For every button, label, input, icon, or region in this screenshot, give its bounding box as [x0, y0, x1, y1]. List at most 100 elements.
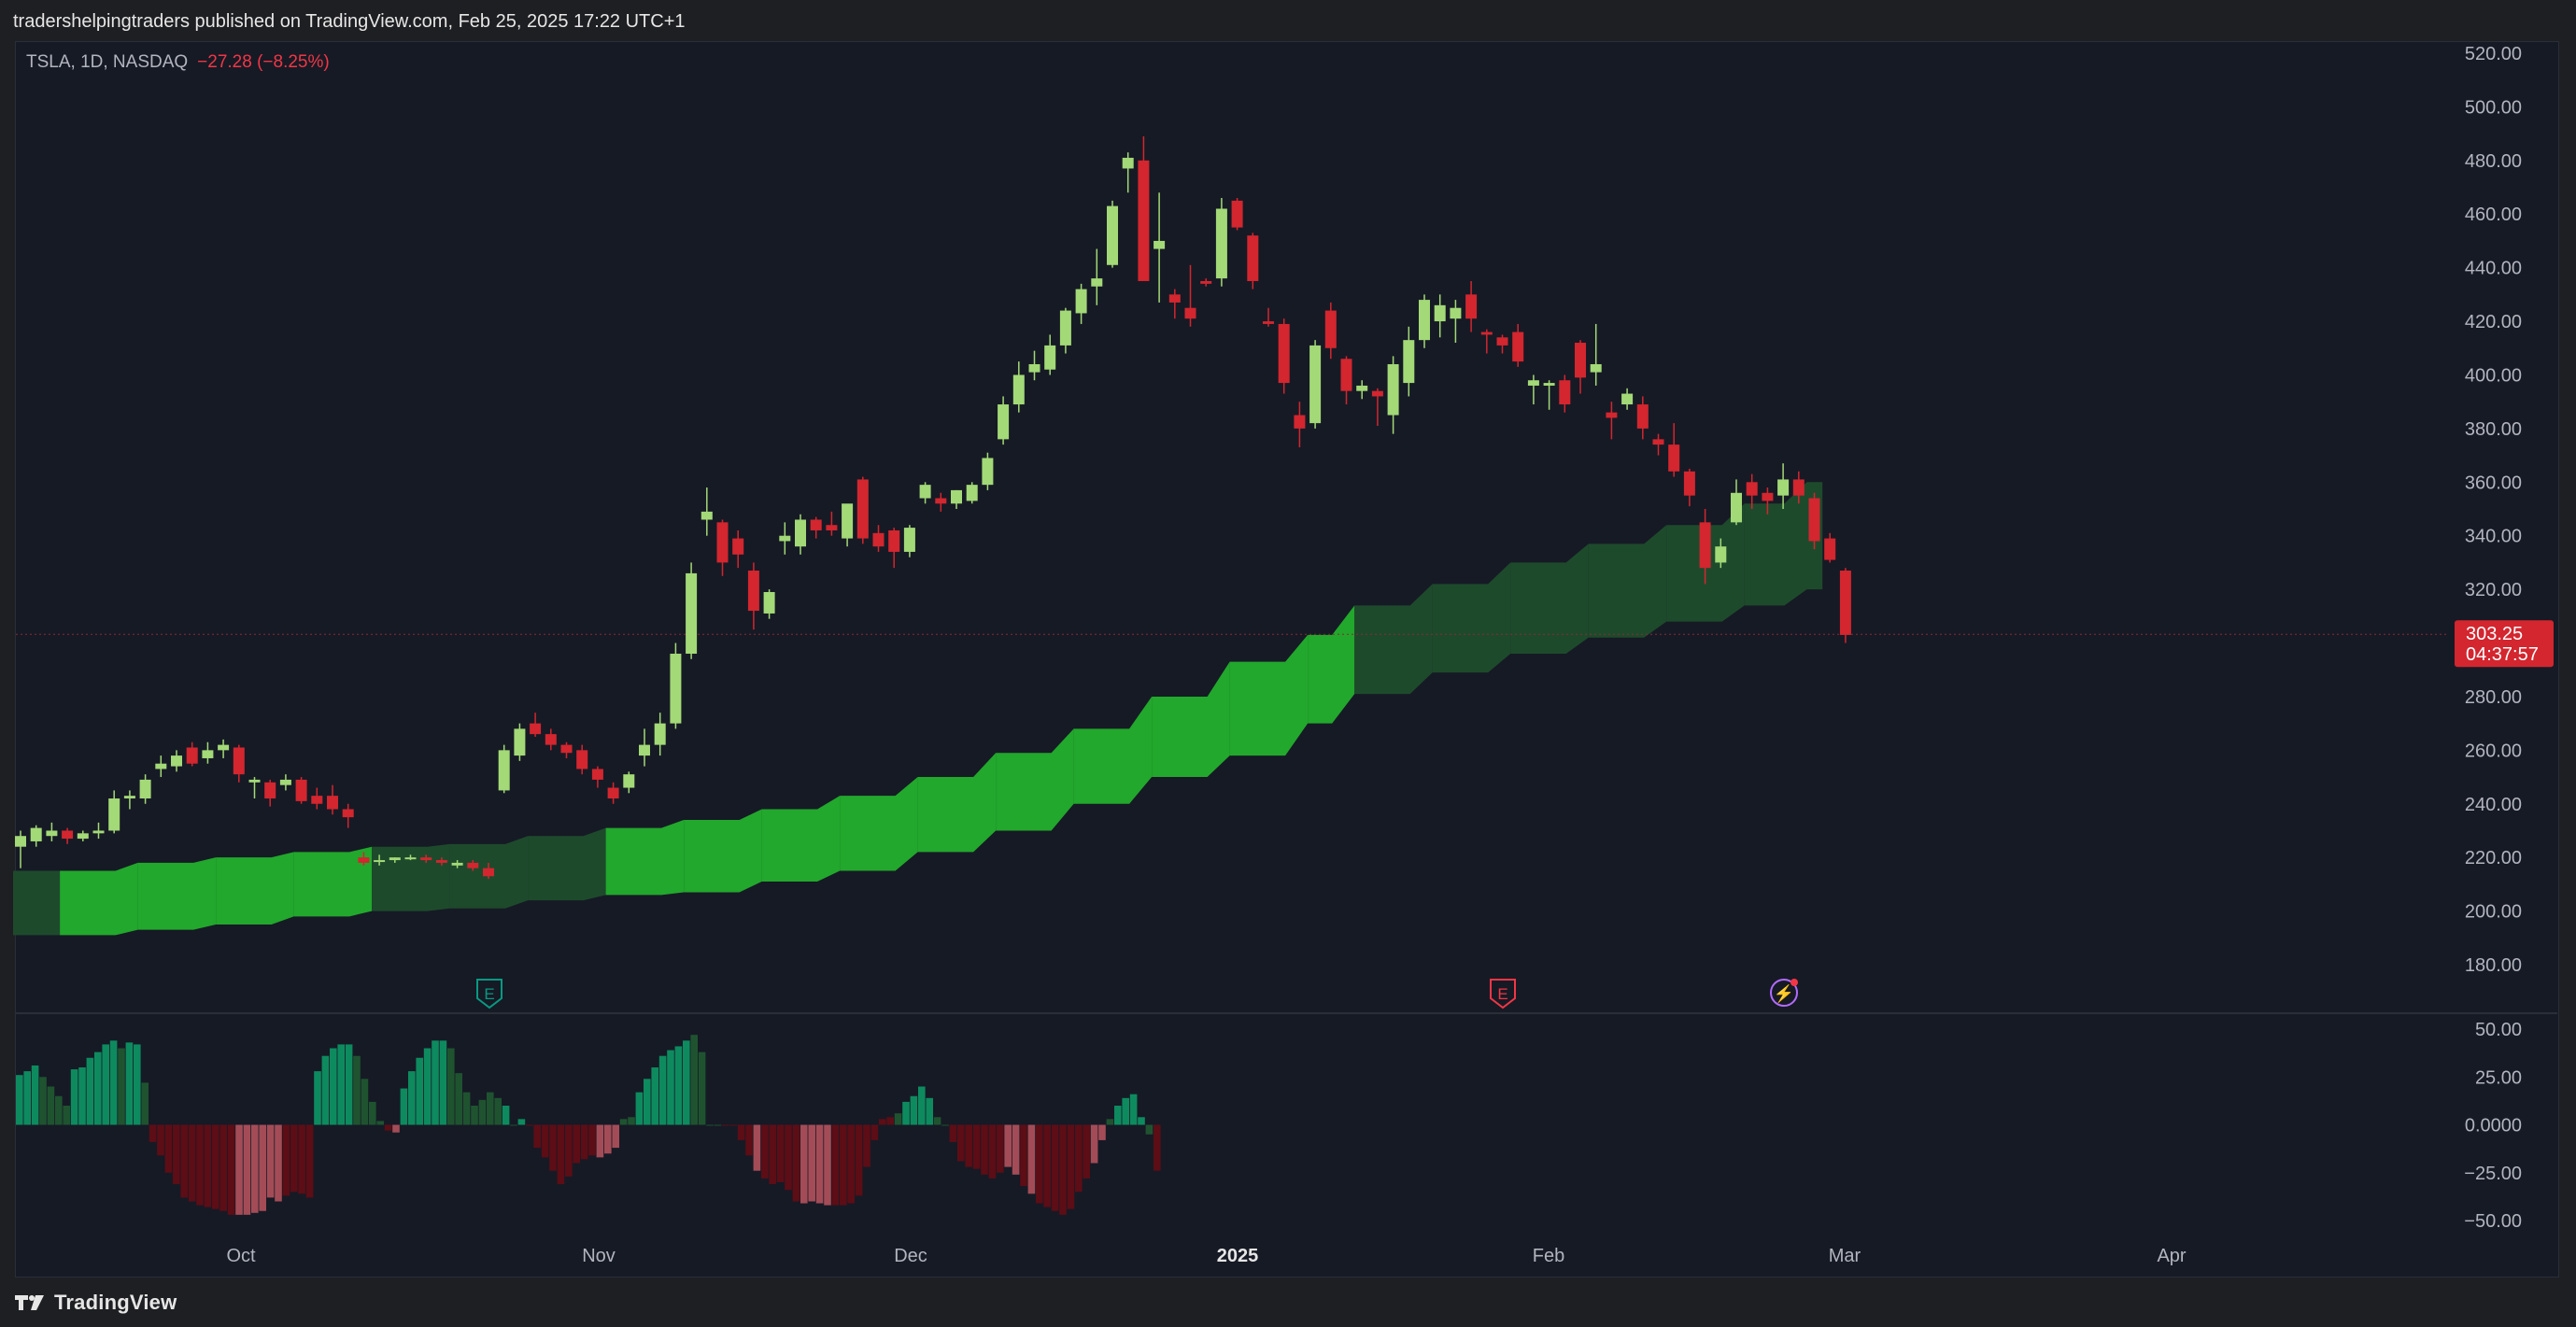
earnings-marker-label: E — [1497, 985, 1507, 1003]
candle-body — [982, 458, 994, 486]
oscillator-bar — [997, 1124, 1004, 1173]
oscillator-bar — [439, 1040, 447, 1125]
candle-body — [716, 522, 729, 563]
candle-body — [233, 747, 245, 775]
oscillator-bar — [251, 1124, 259, 1213]
candle-body — [1668, 445, 1680, 472]
oscillator-bar — [745, 1124, 753, 1156]
oscillator-bar — [337, 1044, 345, 1125]
oscillator-bar — [612, 1124, 619, 1149]
oscillator-bar — [658, 1055, 667, 1125]
oscillator-bar — [314, 1071, 321, 1125]
candle-body — [576, 750, 588, 769]
tradingview-logo-icon[interactable] — [13, 1292, 47, 1313]
cloud-segment — [528, 827, 606, 901]
candle-body — [763, 591, 775, 614]
chart-svg[interactable]: 520.00 500.00 480.00 460.00 440.00 420.00 400.… — [0, 0, 2576, 1327]
oscillator-bar — [243, 1124, 251, 1215]
candle-body — [1044, 345, 1056, 370]
oscillator-bar — [423, 1048, 432, 1125]
cloud-segment — [1229, 634, 1309, 756]
oscillator-bar — [361, 1079, 369, 1125]
oscillator-bar — [565, 1124, 573, 1177]
oscillator-bar — [541, 1124, 549, 1158]
price-axis-label: 260.00 — [2465, 741, 2522, 761]
candle-body — [1480, 332, 1493, 335]
oscillator-bar — [196, 1124, 204, 1206]
oscillator-bar — [1051, 1124, 1059, 1211]
footer: TradingView — [13, 1289, 177, 1317]
oscillator-bar — [157, 1124, 164, 1156]
candle-body — [171, 755, 182, 767]
candle-body — [1028, 363, 1040, 373]
candle-body — [530, 723, 542, 735]
candle-body — [420, 857, 432, 861]
oscillator-bar — [259, 1124, 266, 1211]
oscillator-bar — [596, 1124, 604, 1158]
oscillator-bar — [870, 1124, 879, 1140]
price-axis-label: 240.00 — [2465, 795, 2522, 815]
oscillator-bar — [502, 1106, 510, 1125]
oscillator-bar — [808, 1124, 815, 1202]
oscillator-bar — [776, 1124, 785, 1182]
oscillator-bar — [447, 1048, 455, 1125]
oscillator-bar — [683, 1040, 690, 1125]
price-axis-label: 220.00 — [2465, 848, 2522, 868]
candle-body — [1636, 404, 1649, 429]
oscillator-bar — [1004, 1124, 1012, 1167]
oscillator-bar — [1145, 1124, 1154, 1135]
candle-body — [842, 503, 854, 539]
candle-body — [1184, 307, 1196, 319]
candle-body — [1527, 380, 1539, 386]
oscillator-bar — [588, 1124, 596, 1156]
oscillator-bar — [180, 1124, 188, 1198]
oscillator-bar — [815, 1124, 824, 1204]
oscillator-bar — [149, 1124, 157, 1142]
marker-bolt-glyph: ⚡ — [1774, 983, 1794, 1004]
candle-body — [1824, 538, 1836, 560]
candle-body — [1699, 522, 1711, 569]
oscillator-bar — [1090, 1124, 1098, 1164]
oscillator-bar — [651, 1067, 658, 1125]
candle-body — [514, 728, 526, 756]
candle-body — [1419, 300, 1430, 341]
candle-body — [1543, 383, 1555, 386]
oscillator-bar — [164, 1124, 173, 1173]
oscillator-bar — [219, 1124, 227, 1211]
candle-body — [264, 782, 276, 799]
oscillator-bar — [580, 1124, 588, 1160]
candle-body — [15, 836, 26, 847]
price-axis-label: 340.00 — [2465, 527, 2522, 547]
oscillator-bar — [55, 1095, 63, 1125]
time-axis-label: Oct — [226, 1246, 256, 1266]
candle-body — [1247, 235, 1259, 281]
oscillator-bar — [353, 1055, 361, 1125]
oscillator-bar — [455, 1073, 462, 1125]
oscillator-bar — [674, 1046, 683, 1125]
oscillator-bar — [369, 1101, 376, 1125]
oscillator-axis-label: 50.00 — [2475, 1020, 2522, 1040]
price-axis-label: 280.00 — [2465, 687, 2522, 708]
oscillator-bar — [173, 1124, 180, 1185]
oscillator-bar — [134, 1044, 141, 1125]
candle-body — [654, 723, 666, 745]
oscillator-bar — [471, 1106, 478, 1125]
candle-body — [1715, 546, 1727, 563]
symbol-info[interactable]: TSLA, 1D, NASDAQ — [26, 52, 188, 72]
oscillator-bar — [400, 1088, 408, 1125]
oscillator-bar — [94, 1052, 102, 1125]
candle-body — [1012, 374, 1025, 405]
time-axis-label: Feb — [1533, 1246, 1564, 1266]
candle-body — [623, 774, 635, 788]
candle-body — [1107, 205, 1118, 265]
candle-body — [1294, 415, 1306, 429]
oscillator-bar — [761, 1124, 769, 1179]
candle-body — [1278, 323, 1290, 384]
candle-body — [1512, 332, 1524, 362]
candle-body — [248, 779, 261, 783]
candle-body — [374, 860, 386, 863]
candle-body — [1606, 412, 1618, 418]
price-axis-label: 500.00 — [2465, 97, 2522, 118]
candle-body — [826, 525, 838, 530]
candle-body — [1465, 294, 1478, 319]
